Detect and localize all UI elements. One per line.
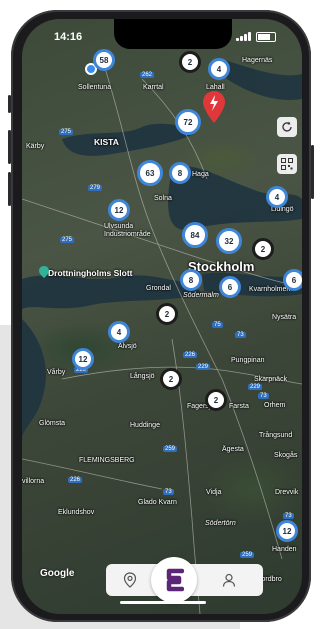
charger-cluster[interactable]: 2 [179,51,201,73]
place-label: Trångsund [259,432,293,439]
place-label: Sollentuna [78,84,112,91]
place-label: Alvsjö [118,343,137,350]
place-label: Haga [192,171,209,178]
road-badge: 73 [283,513,294,519]
charger-cluster[interactable]: 2 [252,238,274,260]
place-label: FLEMINGSBERG [79,457,135,464]
charger-cluster[interactable]: 4 [208,58,230,80]
qr-scan-button[interactable] [277,154,297,174]
charger-cluster[interactable]: 8 [180,269,202,291]
road-badge: 73 [258,393,269,399]
place-label: Kvarnholmen [249,286,291,293]
volume-down-button [8,172,11,206]
place-label: Drottningholms Slott [48,268,133,278]
home-indicator [120,601,206,604]
charger-cluster[interactable]: 58 [93,49,115,71]
qr-code-icon [281,158,293,170]
place-label: KISTA [94,137,119,147]
signal-bar [236,38,239,41]
place-label: Ägesta [222,446,244,453]
place-label: Vårby [47,369,66,376]
place-label: Grondal [146,285,171,292]
road-badge: 226 [68,477,83,483]
place-label: Pungpinan [231,357,265,364]
user-icon [222,573,236,587]
charger-cluster[interactable]: 63 [137,160,163,186]
location-pin-icon [123,572,137,588]
status-time: 14:16 [54,31,83,43]
road-badge: 229 [196,364,211,370]
charger-cluster[interactable]: 12 [276,520,298,542]
google-attribution: Google [40,568,75,579]
charger-cluster[interactable]: 72 [175,109,201,135]
place-label: Handen [272,546,297,553]
road-badge: 279 [88,185,103,191]
signal-bar [248,32,251,41]
battery-icon [256,32,276,42]
charger-cluster[interactable]: 4 [108,321,130,343]
road-badge: 73 [235,332,246,338]
charger-cluster[interactable]: 2 [160,368,182,390]
place-label: Karrtal [143,84,164,91]
charger-cluster[interactable]: 12 [72,348,94,370]
refresh-icon [282,121,292,132]
place-label: villorna [22,478,45,485]
place-label: Orhem [264,402,286,409]
charger-cluster[interactable]: 12 [108,199,130,221]
place-label: Glado Kvarn [138,499,177,506]
signal-bar [244,34,247,41]
road-badge: 229 [248,384,263,390]
road-badge: 259 [240,552,255,558]
landmark-marker-icon[interactable] [39,265,49,278]
charger-cluster[interactable]: 2 [205,389,227,411]
place-label: Skarpnäck [254,376,288,383]
place-label: Södermalm [183,292,219,299]
charger-cluster[interactable]: 4 [266,186,288,208]
place-label: Solna [154,195,172,202]
refresh-button[interactable] [277,117,297,137]
power-button [311,145,314,199]
charger-cluster[interactable]: 6 [219,276,241,298]
selected-location-pin-icon[interactable] [203,91,225,123]
charger-cluster[interactable]: 2 [156,303,178,325]
road-badge: 262 [140,72,155,78]
camera-notch [114,19,232,49]
brand-logo-icon [166,568,184,592]
place-label: Nysätra [272,314,297,321]
road-badge: 75 [212,322,223,328]
road-badge: 73 [163,489,174,495]
place-label: Eklundshov [58,509,95,516]
tab-profile[interactable] [219,570,239,590]
charger-cluster[interactable]: 32 [216,228,242,254]
road-badge: 226 [183,352,198,358]
place-label: Vidja [206,489,222,496]
tab-map-pin[interactable] [120,570,140,590]
signal-bar [240,36,243,41]
charger-cluster[interactable]: 84 [182,222,208,248]
road-badge: 275 [60,237,75,243]
road-badge: 259 [163,446,178,452]
place-label: Drevvik [275,489,299,496]
place-label: Ulvsunda Industriområde [104,223,151,238]
place-label: Glömsta [39,420,66,427]
place-label: Södertörn [205,520,236,527]
place-label: Huddinge [130,422,160,429]
charger-cluster[interactable]: 8 [169,162,191,184]
road-badge: 275 [59,129,74,135]
place-label: Långsjö [130,373,155,380]
mute-switch [8,95,11,113]
map-screen[interactable]: 14:16 Hagernäs Sollentuna Karrtal Lahall… [22,19,302,614]
place-label: Farsta [229,403,249,410]
home-button[interactable] [151,557,197,603]
place-label: Skogås [274,452,298,459]
status-indicators [236,32,276,42]
place-label: Lahall [206,84,225,91]
place-label: Hagernäs [242,57,273,64]
volume-up-button [8,130,11,164]
place-label: Kärby [26,143,45,150]
charger-cluster[interactable]: 6 [283,269,302,291]
